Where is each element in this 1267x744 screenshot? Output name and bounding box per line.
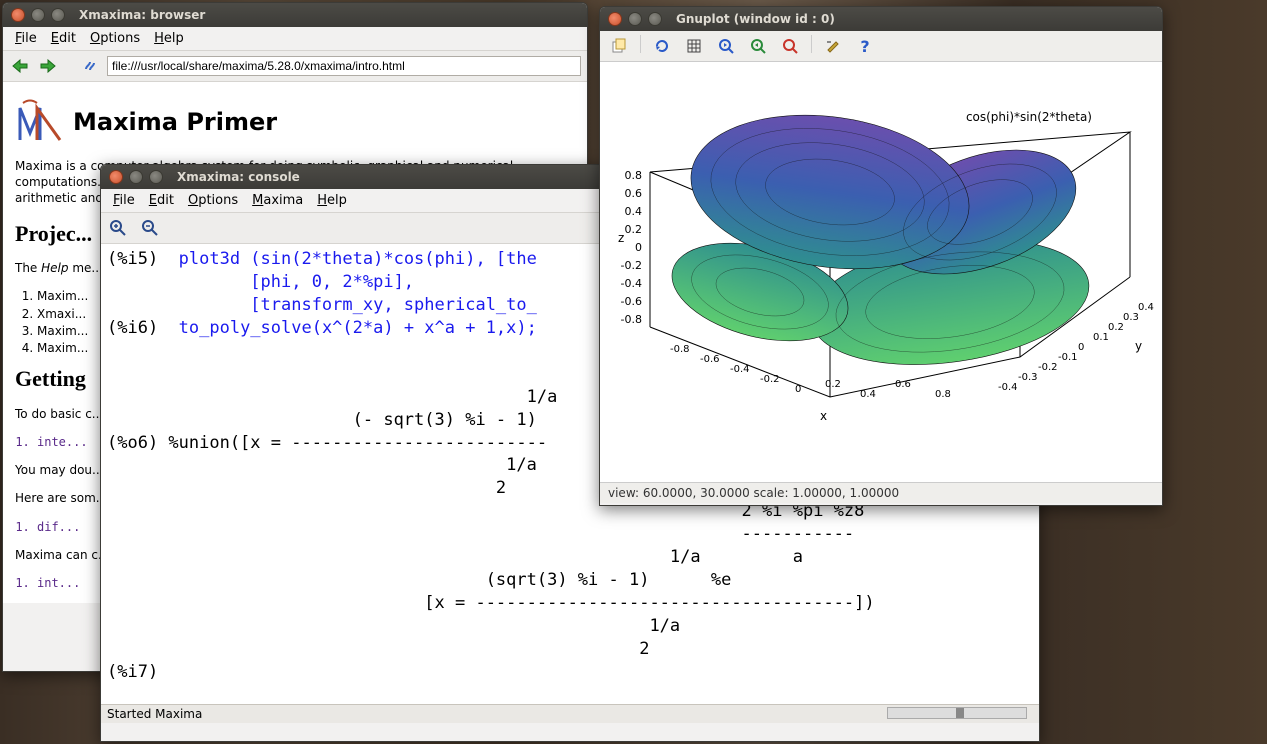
svg-text:0.4: 0.4 [1138,302,1154,313]
maximize-icon[interactable] [648,12,662,26]
z-label: z [618,231,624,245]
autoscale-icon[interactable] [779,35,801,57]
copy-icon[interactable] [608,35,630,57]
svg-text:0.6: 0.6 [895,379,911,390]
maximize-icon[interactable] [51,8,65,22]
page-title: Maxima Primer [15,98,575,146]
minimize-icon[interactable] [129,170,143,184]
menu-edit[interactable]: Edit [45,29,82,48]
menu-options[interactable]: Options [84,29,146,48]
svg-text:0.3: 0.3 [1123,312,1139,323]
url-input[interactable] [107,56,581,76]
gnuplot-window: Gnuplot (window id : 0) ? cos(phi)*sin(2… [599,6,1163,506]
svg-text:-0.4: -0.4 [998,382,1018,393]
zoom-next-icon[interactable] [747,35,769,57]
menu-maxima[interactable]: Maxima [246,191,309,210]
gnuplot-statusbar: view: 60.0000, 30.0000 scale: 1.00000, 1… [600,482,1162,503]
svg-text:-0.2: -0.2 [621,259,642,272]
svg-text:0.8: 0.8 [935,389,951,400]
browser-menubar: File Edit Options Help [3,27,587,51]
minimize-icon[interactable] [31,8,45,22]
svg-text:-0.4: -0.4 [621,277,642,290]
browser-titlebar[interactable]: Xmaxima: browser [3,3,587,27]
svg-text:0: 0 [1078,342,1084,353]
console-title: Xmaxima: console [177,170,300,184]
console-statusbar: Started Maxima [101,704,1039,723]
svg-text:-0.8: -0.8 [670,344,690,355]
menu-help[interactable]: Help [148,29,190,48]
back-icon[interactable] [9,55,31,77]
svg-text:0.2: 0.2 [1108,322,1124,333]
plot3d-surface: 0.8 0.6 0.4 0.2 0 -0.2 -0.4 -0.6 -0.8 z -0.8… [600,62,1162,480]
menu-help[interactable]: Help [311,191,353,210]
grid-icon[interactable] [683,35,705,57]
browser-toolbar [3,51,587,82]
maxima-logo-icon [15,98,65,146]
svg-text:0.1: 0.1 [1093,332,1109,343]
svg-text:0: 0 [795,384,801,395]
forward-icon[interactable] [37,55,59,77]
x-label: x [820,409,827,423]
status-text: Started Maxima [107,707,202,721]
menu-file[interactable]: File [9,29,43,48]
svg-text:0.2: 0.2 [625,223,643,236]
link-icon[interactable] [79,55,101,77]
close-icon[interactable] [608,12,622,26]
svg-text:0.4: 0.4 [860,389,876,400]
close-icon[interactable] [11,8,25,22]
refresh-icon[interactable] [651,35,673,57]
y-label: y [1135,339,1142,353]
browser-title: Xmaxima: browser [79,8,205,22]
settings-icon[interactable] [822,35,844,57]
svg-text:-0.6: -0.6 [700,354,720,365]
svg-text:-0.2: -0.2 [760,374,780,385]
maximize-icon[interactable] [149,170,163,184]
plot-canvas[interactable]: cos(phi)*sin(2*theta) 0.80.6 0.40.2 0-0.… [600,62,1162,482]
svg-text:-0.1: -0.1 [1058,352,1078,363]
zoom-in-icon[interactable] [107,217,129,239]
menu-edit[interactable]: Edit [143,191,180,210]
menu-options[interactable]: Options [182,191,244,210]
svg-text:0.2: 0.2 [825,379,841,390]
svg-text:-0.8: -0.8 [621,313,642,326]
svg-text:0.6: 0.6 [625,187,643,200]
svg-text:0.8: 0.8 [625,169,643,182]
minimize-icon[interactable] [628,12,642,26]
svg-text:0.4: 0.4 [625,205,643,218]
svg-text:-0.6: -0.6 [621,295,642,308]
svg-text:-0.4: -0.4 [730,364,750,375]
zoom-prev-icon[interactable] [715,35,737,57]
zoom-out-icon[interactable] [139,217,161,239]
help-icon[interactable]: ? [854,35,876,57]
svg-text:0: 0 [635,241,642,254]
svg-text:-0.2: -0.2 [1038,362,1058,373]
gnuplot-toolbar: ? [600,31,1162,62]
scroll-indicator[interactable] [887,707,1027,719]
menu-file[interactable]: File [107,191,141,210]
close-icon[interactable] [109,170,123,184]
svg-text:-0.3: -0.3 [1018,372,1038,383]
gnuplot-title: Gnuplot (window id : 0) [676,12,835,26]
gnuplot-titlebar[interactable]: Gnuplot (window id : 0) [600,7,1162,31]
